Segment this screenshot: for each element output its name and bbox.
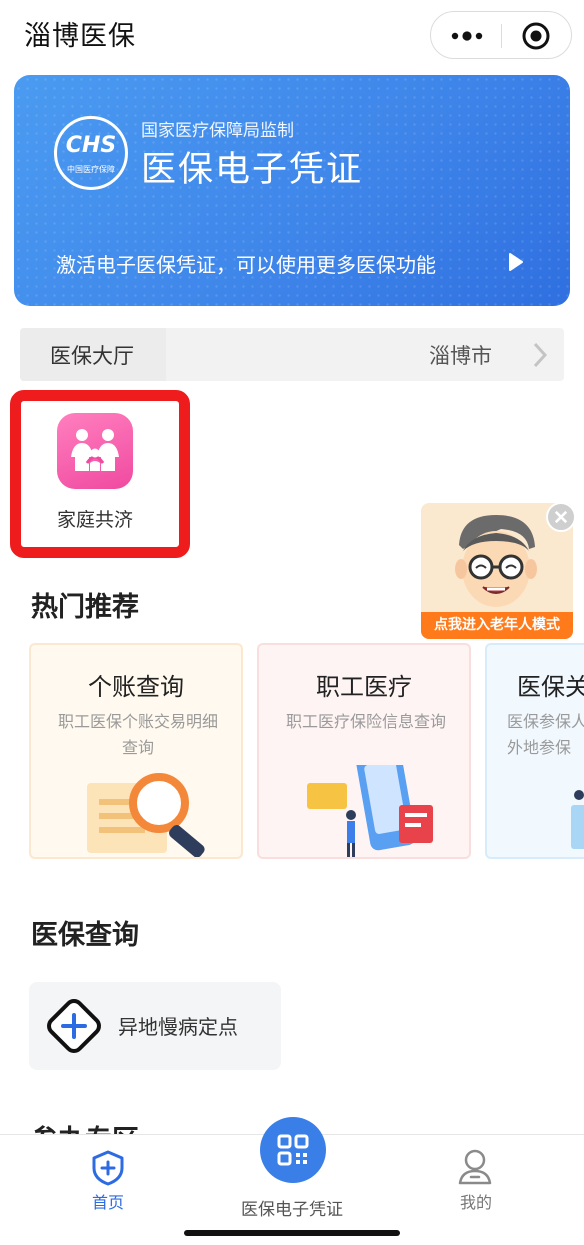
activate-note: 激活电子医保凭证，可以使用更多医保功能 xyxy=(56,253,436,277)
e-certificate-card[interactable]: CHS 中国医疗保障 国家医疗保障局监制 医保电子凭证 激活电子医保凭证，可以使… xyxy=(14,75,570,306)
hot-card-desc: 职工医疗保险信息查询 xyxy=(285,712,446,731)
family-label[interactable]: 家庭共济 xyxy=(30,505,160,532)
card-subtitle: 国家医疗保障局监制 xyxy=(141,121,294,141)
mini-program-capsule xyxy=(430,11,572,59)
hot-section-title: 热门推荐 xyxy=(31,592,139,623)
hot-card-title: 职工医疗 xyxy=(316,673,412,701)
chs-logo-subtext: 中国医疗保障 xyxy=(67,165,115,174)
query-section-title: 医保查询 xyxy=(31,920,139,951)
relation-illustration-icon xyxy=(571,790,584,849)
phone-info-icon xyxy=(307,765,433,857)
play-icon[interactable] xyxy=(508,252,524,272)
more-dots-icon[interactable] xyxy=(447,22,487,50)
chs-logo-text: CHS xyxy=(65,133,117,158)
city-selector[interactable]: 淄博市 xyxy=(429,340,492,370)
hall-row[interactable]: 医保大厅 淄博市 xyxy=(20,328,564,381)
query-item-remote-chronic[interactable]: 异地慢病定点 xyxy=(29,982,281,1070)
record-target-icon[interactable] xyxy=(521,21,551,51)
capsule-divider xyxy=(501,24,502,48)
plus-diamond-icon xyxy=(47,999,101,1053)
elder-mode-label[interactable]: 点我进入老年人模式 xyxy=(421,612,573,639)
user-profile-icon[interactable] xyxy=(456,1147,494,1187)
home-indicator xyxy=(184,1230,400,1236)
hot-card-title: 医保关 xyxy=(517,673,584,701)
chs-logo: CHS 中国医疗保障 xyxy=(54,116,128,190)
hot-card-insurance-relation[interactable]: 医保关 医保参保人理外地参保 xyxy=(485,643,584,859)
tab-home-label[interactable]: 首页 xyxy=(60,1189,156,1213)
hall-label: 医保大厅 xyxy=(50,344,134,368)
hall-label-box: 医保大厅 xyxy=(20,328,166,381)
close-icon[interactable] xyxy=(546,502,576,532)
shield-plus-icon[interactable] xyxy=(90,1149,126,1187)
tab-me-label[interactable]: 我的 xyxy=(428,1189,524,1213)
hot-card-account-query[interactable]: 个账查询 职工医保个账交易明细查询 xyxy=(29,643,243,859)
qr-code-button[interactable] xyxy=(260,1117,326,1183)
hot-card-title: 个账查询 xyxy=(88,673,184,701)
bottom-tab-bar: 首页 医保电子凭证 我的 xyxy=(0,1117,584,1245)
tab-e-certificate-label[interactable]: 医保电子凭证 xyxy=(222,1195,362,1220)
hot-card-desc: 职工医保个账交易明细查询 xyxy=(57,712,218,757)
hot-card-employee-medical[interactable]: 职工医疗 职工医疗保险信息查询 xyxy=(257,643,471,859)
app-title: 淄博医保 xyxy=(24,21,136,52)
qr-code-icon xyxy=(277,1134,309,1166)
card-title: 医保电子凭证 xyxy=(141,150,364,190)
family-people-icon xyxy=(71,429,119,471)
elder-face-icon xyxy=(455,515,537,607)
top-bar: 淄博医保 xyxy=(0,0,584,70)
chevron-right-icon xyxy=(533,342,548,368)
hot-card-desc: 医保参保人理外地参保 xyxy=(507,712,584,757)
family-icon[interactable] xyxy=(57,413,133,489)
query-item-label: 异地慢病定点 xyxy=(118,1015,238,1039)
magnifier-document-icon xyxy=(87,773,205,857)
